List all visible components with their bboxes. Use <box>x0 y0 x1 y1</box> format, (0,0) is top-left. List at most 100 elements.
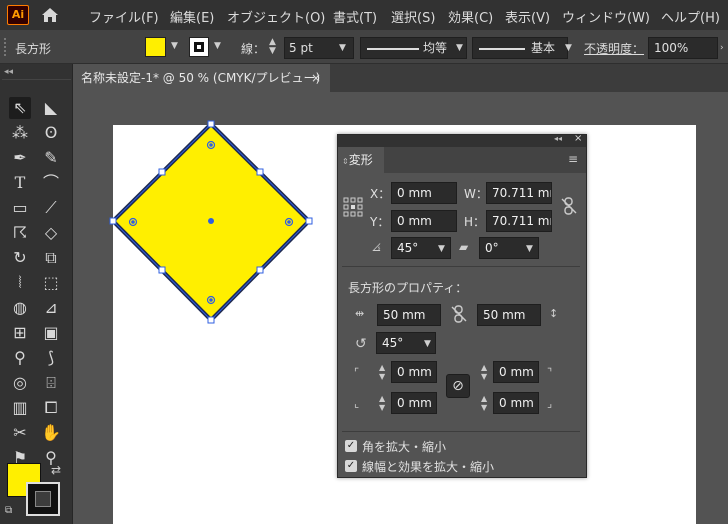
menu-type[interactable]: 書式(T) <box>333 7 377 26</box>
artboard-tool-icon[interactable]: ⧠ <box>40 397 62 419</box>
corner-bl-stepper[interactable]: ▲ ▼ <box>379 394 385 412</box>
width-tool-icon[interactable]: ⦚ <box>9 272 31 294</box>
corner-tr-field[interactable]: 0 mm <box>493 361 539 383</box>
panel-menu-icon[interactable]: ≡ <box>568 152 578 166</box>
fill-swatch[interactable] <box>145 37 166 57</box>
scale-strokes-checkbox[interactable]: ✓ <box>345 460 357 472</box>
scale-corners-checkbox[interactable]: ✓ <box>345 440 357 452</box>
brush-select[interactable]: 基本 <box>472 37 568 59</box>
collapse-panel-icon[interactable]: ◂◂ <box>554 134 562 143</box>
close-tab-icon[interactable]: × <box>311 64 321 92</box>
mesh-tool-icon[interactable]: ⊞ <box>9 322 31 344</box>
diamond-shape[interactable] <box>100 112 340 334</box>
divider <box>342 431 580 432</box>
eyedropper-tool-icon[interactable]: ⚲ <box>9 347 31 369</box>
close-panel-icon[interactable]: × <box>574 133 582 144</box>
scale-tool-icon[interactable]: ⧉ <box>40 247 62 269</box>
reference-point-icon[interactable] <box>343 197 363 217</box>
divider <box>342 266 580 267</box>
link-corners-icon[interactable]: ⊘ <box>446 374 470 398</box>
rectangle-angle-icon: ↺ <box>355 336 367 352</box>
menu-effect[interactable]: 効果(C) <box>448 7 493 26</box>
hand-tool-icon[interactable]: ✋ <box>40 422 62 444</box>
menu-file[interactable]: ファイル(F) <box>89 7 159 26</box>
document-tab[interactable]: 名称未設定-1* @ 50 % (CMYK/プレビュー) × <box>73 64 330 92</box>
symbol-sprayer-tool-icon[interactable]: ⌹ <box>40 372 62 394</box>
y-field[interactable]: 0 mm <box>391 210 457 232</box>
rectangle-tool-icon[interactable]: ▭ <box>9 197 31 219</box>
rect-width-field[interactable]: 50 mm <box>377 304 441 326</box>
x-field[interactable]: 0 mm <box>391 182 457 204</box>
line-tool-icon[interactable]: ⌒ <box>40 172 62 194</box>
chevron-down-icon[interactable]: ▼ <box>214 41 221 51</box>
stroke-label: 線： <box>241 42 266 56</box>
control-bar: 長方形 ▼ ▼ 線： ▲ ▼ 5 pt ▼ 均等 ▼ 基本 ▼ 不透明度： 100… <box>0 30 728 64</box>
corner-tl-field[interactable]: 0 mm <box>391 361 437 383</box>
panel-header-strip: ◂◂ × <box>338 133 586 147</box>
curvature-tool-icon[interactable]: ✎ <box>40 147 62 169</box>
lasso-tool-icon[interactable]: ʘ <box>40 122 62 144</box>
home-icon[interactable] <box>40 6 60 24</box>
shape-builder-tool-icon[interactable]: ◍ <box>9 297 31 319</box>
opacity-field[interactable]: 100% <box>648 37 718 59</box>
corner-top-right-icon: ⌝ <box>547 366 553 379</box>
paintbrush-tool-icon[interactable]: ⟋ <box>40 197 62 219</box>
magic-wand-tool-icon[interactable]: ⁂ <box>9 122 31 144</box>
type-tool-icon[interactable]: T <box>9 172 31 194</box>
chevron-down-icon[interactable]: ▼ <box>424 339 431 349</box>
link-dimensions-icon[interactable] <box>451 305 467 323</box>
object-type-label: 長方形 <box>15 42 52 56</box>
swap-colors-icon[interactable]: ⇄ <box>51 463 61 477</box>
free-transform-tool-icon[interactable]: ⬚ <box>40 272 62 294</box>
stroke-swatch[interactable] <box>189 37 209 57</box>
corner-bottom-right-icon: ⌟ <box>547 397 553 410</box>
h-label: H： <box>464 215 486 229</box>
grip-handle[interactable] <box>4 38 8 56</box>
graph-tool-icon[interactable]: ▥ <box>9 397 31 419</box>
chevron-right-icon[interactable]: › <box>720 43 724 53</box>
menu-help[interactable]: ヘルプ(H) <box>661 7 720 26</box>
stroke-profile-select[interactable]: 均等 <box>360 37 467 59</box>
stroke-color-box[interactable] <box>26 482 60 516</box>
tab-transform[interactable]: ⇕変形 <box>338 147 384 173</box>
stroke-stepper[interactable]: ▲ ▼ <box>269 38 276 56</box>
chevron-down-icon[interactable]: ▼ <box>171 41 178 51</box>
corner-tr-stepper[interactable]: ▲ ▼ <box>481 363 487 381</box>
shaper-tool-icon[interactable]: ☈ <box>9 222 31 244</box>
chevron-down-icon[interactable]: ▼ <box>456 43 463 53</box>
default-colors-icon[interactable]: ⧉ <box>5 505 12 516</box>
perspective-grid-tool-icon[interactable]: ⊿ <box>40 297 62 319</box>
menu-object[interactable]: オブジェクト(O) <box>227 7 325 26</box>
chevron-down-icon[interactable]: ▼ <box>339 43 346 53</box>
measure-tool-icon[interactable]: ⟆ <box>40 347 62 369</box>
chevron-down-icon[interactable]: ▼ <box>526 244 533 254</box>
w-label: W： <box>464 187 488 201</box>
opacity-label[interactable]: 不透明度： <box>584 40 644 57</box>
rect-height-field[interactable]: 50 mm <box>477 304 541 326</box>
slice-tool-icon[interactable]: ✂ <box>9 422 31 444</box>
corner-br-field[interactable]: 0 mm <box>493 392 539 414</box>
eraser-tool-icon[interactable]: ◇ <box>40 222 62 244</box>
rectangle-properties-title: 長方形のプロパティ： <box>348 281 468 295</box>
corner-bl-field[interactable]: 0 mm <box>391 392 437 414</box>
menu-view[interactable]: 表示(V) <box>505 7 550 26</box>
blend-tool-icon[interactable]: ◎ <box>9 372 31 394</box>
w-field[interactable]: 70.711 mm <box>486 182 552 204</box>
constrain-proportions-icon[interactable] <box>561 197 577 215</box>
rotate-tool-icon[interactable]: ↻ <box>9 247 31 269</box>
menu-window[interactable]: ウィンドウ(W) <box>562 7 650 26</box>
corner-tl-stepper[interactable]: ▲ ▼ <box>379 363 385 381</box>
pen-tool-icon[interactable]: ✒ <box>9 147 31 169</box>
scale-corners-label: 角を拡大・縮小 <box>362 440 447 454</box>
selection-tool-icon[interactable]: ⇖ <box>9 97 31 119</box>
chevron-down-icon[interactable]: ▼ <box>438 244 445 254</box>
collapse-icon[interactable]: ◂◂ <box>4 67 13 77</box>
corner-br-stepper[interactable]: ▲ ▼ <box>481 394 487 412</box>
direct-selection-tool-icon[interactable]: ◣ <box>40 97 62 119</box>
chevron-down-icon[interactable]: ▼ <box>565 43 572 53</box>
menu-edit[interactable]: 編集(E) <box>170 7 214 26</box>
h-field[interactable]: 70.711 mm <box>486 210 552 232</box>
gradient-tool-icon[interactable]: ▣ <box>40 322 62 344</box>
menu-select[interactable]: 選択(S) <box>391 7 435 26</box>
document-tab-title: 名称未設定-1* @ 50 % (CMYK/プレビュー) <box>81 71 321 85</box>
